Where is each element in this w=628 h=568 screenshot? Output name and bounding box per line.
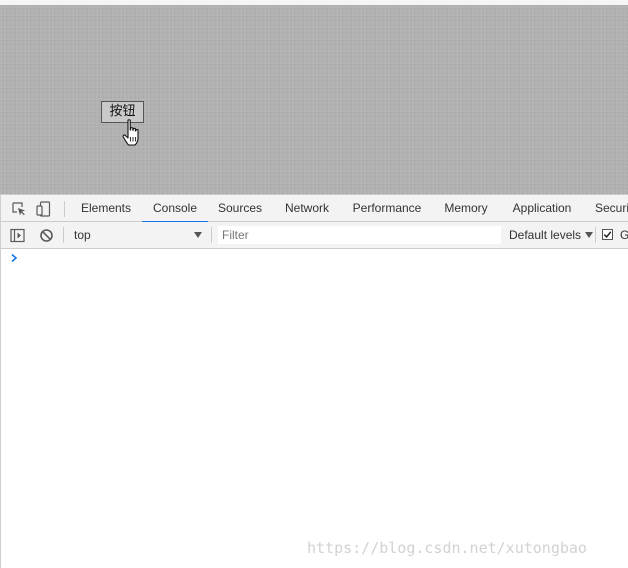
device-toggle-icon[interactable]: [36, 201, 52, 217]
dropdown-arrow-icon: [194, 232, 202, 238]
hand-pointer-cursor-icon: [122, 119, 139, 146]
console-output: [1, 249, 628, 568]
console-sidebar-icon[interactable]: [10, 228, 25, 243]
tab-security[interactable]: Securi: [595, 195, 628, 222]
clear-console-icon[interactable]: [39, 228, 54, 243]
screen: 按钮 Elements Console Sources Network Perf…: [0, 0, 628, 568]
tab-elements[interactable]: Elements: [73, 195, 139, 222]
inspect-element-icon[interactable]: [11, 201, 27, 217]
console-prompt-input[interactable]: [23, 251, 623, 267]
context-selector[interactable]: top: [69, 225, 206, 245]
watermark: https://blog.csdn.net/xutongbao: [307, 539, 587, 557]
tab-console[interactable]: Console: [142, 195, 208, 223]
console-toolbar: top Default levels G: [1, 222, 628, 249]
log-levels-dropdown[interactable]: Default levels: [509, 225, 594, 245]
log-levels-label: Default levels: [509, 228, 582, 242]
filter-input[interactable]: [218, 226, 501, 244]
dropdown-arrow-icon: [585, 232, 594, 238]
tab-memory[interactable]: Memory: [434, 195, 498, 222]
tab-application[interactable]: Application: [504, 195, 580, 222]
context-value: top: [74, 228, 91, 242]
devtools-panel: Elements Console Sources Network Perform…: [0, 194, 628, 568]
toolbar-divider: [64, 201, 65, 217]
tab-performance[interactable]: Performance: [346, 195, 428, 222]
toolbar-divider: [595, 227, 596, 243]
checkmark-icon: [603, 231, 612, 239]
chevron-right-icon: [11, 253, 18, 263]
toolbar-divider: [211, 227, 212, 243]
group-similar-label: G: [620, 228, 628, 242]
tab-network[interactable]: Network: [274, 195, 340, 222]
devtools-tab-bar: Elements Console Sources Network Perform…: [1, 194, 628, 223]
toolbar-divider: [63, 227, 64, 243]
page-viewport: [0, 5, 628, 194]
group-similar-checkbox[interactable]: [602, 229, 613, 240]
tab-sources[interactable]: Sources: [211, 195, 269, 222]
